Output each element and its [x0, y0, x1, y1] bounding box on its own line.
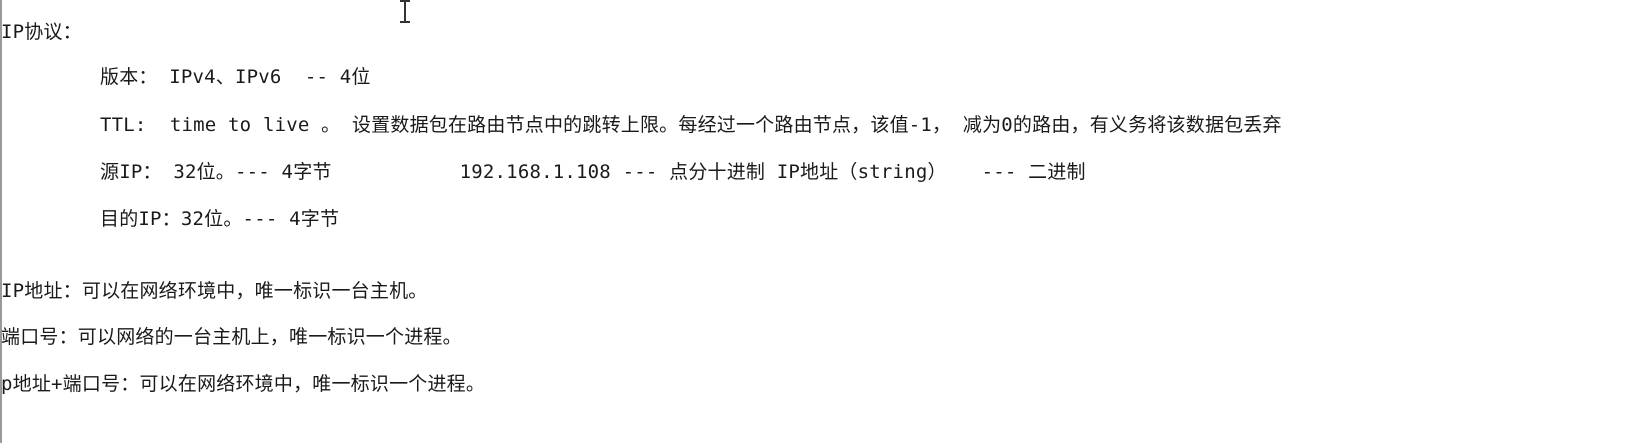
field-version: 版本： IPv4、IPv6 -- 4位: [100, 66, 371, 88]
note-ip-address: IP地址：可以在网络环境中，唯一标识一台主机。: [1, 280, 428, 302]
field-source-ip: 源IP： 32位。--- 4字节 192.168.1.108 --- 点分十进制…: [100, 161, 1086, 183]
text-editor-area[interactable]: IP协议： 版本： IPv4、IPv6 -- 4位 TTL: time to l…: [0, 0, 1650, 443]
heading-ip-protocol: IP协议：: [1, 21, 82, 43]
field-ttl: TTL: time to live 。 设置数据包在路由节点中的跳转上限。每经过…: [100, 114, 1282, 136]
note-ip-and-port: p地址+端口号：可以在网络环境中，唯一标识一个进程。: [1, 373, 486, 395]
note-port-number: 端口号：可以网络的一台主机上，唯一标识一个进程。: [1, 326, 462, 348]
field-destination-ip: 目的IP：32位。--- 4字节: [100, 208, 340, 230]
text-cursor-icon: [399, 0, 411, 26]
